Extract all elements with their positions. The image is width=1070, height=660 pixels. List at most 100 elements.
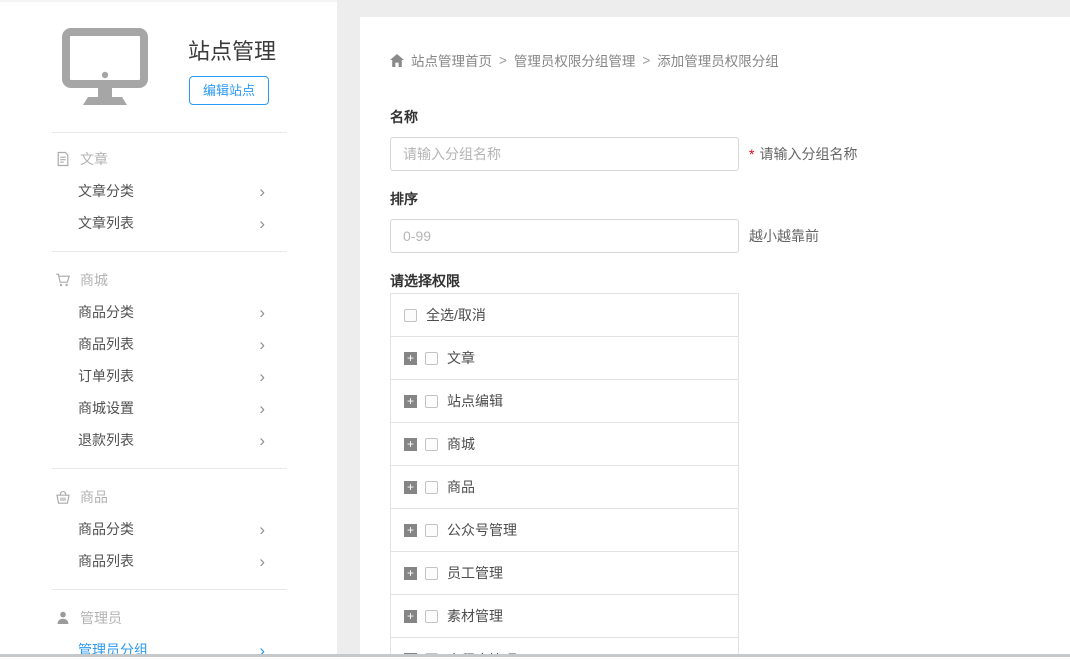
sidebar-item-order-list[interactable]: 订单列表 ›	[78, 360, 265, 392]
expand-plus-icon[interactable]	[404, 524, 417, 537]
select-all-checkbox[interactable]	[404, 309, 417, 322]
divider	[52, 132, 287, 133]
sort-hint: 越小越靠前	[749, 226, 819, 246]
permission-checkbox[interactable]	[425, 438, 438, 451]
sidebar-item-mall-settings[interactable]: 商城设置 ›	[78, 392, 265, 424]
name-input[interactable]	[390, 137, 739, 171]
expand-plus-icon[interactable]	[404, 352, 417, 365]
sidebar-group-mall: 商城	[0, 264, 337, 296]
permission-row-mall: 商城	[391, 423, 738, 466]
chevron-right-icon: ›	[259, 521, 265, 538]
permissions-table: 全选/取消 文章 站点编辑 商城 商品	[390, 293, 739, 660]
chevron-right-icon: ›	[259, 400, 265, 417]
user-icon	[55, 610, 71, 626]
sidebar-group-products: 商品	[0, 481, 337, 513]
required-asterisk: *	[749, 146, 754, 162]
breadcrumb-separator: >	[499, 53, 507, 68]
permission-checkbox[interactable]	[425, 610, 438, 623]
permission-row-product: 商品	[391, 466, 738, 509]
site-title: 站点管理	[188, 34, 276, 66]
sidebar-item-product-list[interactable]: 商品列表 ›	[78, 545, 265, 577]
name-input-row: * 请输入分组名称	[390, 137, 1070, 171]
breadcrumb-item-add-group: 添加管理员权限分组	[657, 50, 779, 70]
permissions-label: 请选择权限	[390, 271, 1070, 291]
main-content: 站点管理首页 > 管理员权限分组管理 > 添加管理员权限分组 名称 * 请输入分组…	[360, 17, 1070, 660]
chevron-right-icon: ›	[259, 336, 265, 353]
permission-row-site-edit: 站点编辑	[391, 380, 738, 423]
sidebar-group-label: 商品	[80, 487, 108, 507]
sort-input-row: 越小越靠前	[390, 219, 1070, 253]
sidebar: 站点管理 编辑站点 文章 文章分类 › 文章列表 ›	[0, 0, 337, 660]
divider	[52, 468, 287, 469]
sidebar-item-goods-list[interactable]: 商品列表 ›	[78, 328, 265, 360]
breadcrumb: 站点管理首页 > 管理员权限分组管理 > 添加管理员权限分组	[390, 51, 1070, 69]
sort-input[interactable]	[390, 219, 739, 253]
permission-row-material: 素材管理	[391, 595, 738, 638]
chevron-right-icon: ›	[259, 432, 265, 449]
chevron-right-icon: ›	[259, 368, 265, 385]
divider	[52, 251, 287, 252]
breadcrumb-separator: >	[642, 53, 650, 68]
sidebar-item-label: 商品列表	[78, 551, 134, 571]
sidebar-nav: 文章 文章分类 › 文章列表 › 商城	[0, 143, 337, 660]
breadcrumb-item-group-management[interactable]: 管理员权限分组管理	[514, 50, 636, 70]
sort-label: 排序	[390, 189, 1070, 209]
expand-plus-icon[interactable]	[404, 395, 417, 408]
sidebar-group-admin: 管理员	[0, 602, 337, 634]
sidebar-item-label: 文章分类	[78, 181, 134, 201]
expand-plus-icon[interactable]	[404, 567, 417, 580]
chevron-right-icon: ›	[259, 553, 265, 570]
permission-checkbox[interactable]	[425, 481, 438, 494]
edit-site-button[interactable]: 编辑站点	[189, 76, 269, 105]
chevron-right-icon: ›	[259, 215, 265, 232]
chevron-right-icon: ›	[259, 183, 265, 200]
name-hint: * 请输入分组名称	[749, 144, 857, 164]
permission-checkbox[interactable]	[425, 352, 438, 365]
sidebar-item-label: 退款列表	[78, 430, 134, 450]
monitor-icon	[62, 28, 148, 113]
sidebar-item-label: 商城设置	[78, 398, 134, 418]
home-icon	[390, 54, 404, 67]
name-hint-text: 请输入分组名称	[759, 146, 857, 162]
permission-checkbox[interactable]	[425, 524, 438, 537]
permission-label: 商城	[447, 434, 475, 454]
permission-row-staff: 员工管理	[391, 552, 738, 595]
expand-plus-icon[interactable]	[404, 610, 417, 623]
permission-label: 站点编辑	[447, 391, 503, 411]
divider	[52, 589, 287, 590]
name-label: 名称	[390, 107, 1070, 127]
cart-icon	[55, 272, 71, 288]
permission-row-article: 文章	[391, 337, 738, 380]
permission-row-select-all: 全选/取消	[391, 294, 738, 337]
permission-label: 全选/取消	[426, 305, 486, 325]
permission-row-official-account: 公众号管理	[391, 509, 738, 552]
sidebar-item-refund-list[interactable]: 退款列表 ›	[78, 424, 265, 456]
document-icon	[55, 151, 71, 167]
chevron-right-icon: ›	[259, 304, 265, 321]
permission-label: 商品	[447, 477, 475, 497]
expand-plus-icon[interactable]	[404, 438, 417, 451]
permission-label: 公众号管理	[447, 520, 517, 540]
sidebar-item-goods-category[interactable]: 商品分类 ›	[78, 296, 265, 328]
sidebar-group-articles: 文章	[0, 143, 337, 175]
sidebar-item-label: 商品列表	[78, 334, 134, 354]
sidebar-item-label: 文章列表	[78, 213, 134, 233]
sidebar-item-label: 订单列表	[78, 366, 134, 386]
sidebar-item-article-list[interactable]: 文章列表 ›	[78, 207, 265, 239]
sidebar-group-label: 管理员	[80, 608, 122, 628]
basket-icon	[55, 489, 71, 505]
page: 站点管理 编辑站点 文章 文章分类 › 文章列表 ›	[0, 0, 1070, 660]
permission-label: 员工管理	[447, 563, 503, 583]
sidebar-item-label: 商品分类	[78, 302, 134, 322]
permission-checkbox[interactable]	[425, 567, 438, 580]
permission-label: 文章	[447, 348, 475, 368]
sidebar-group-label: 文章	[80, 149, 108, 169]
sidebar-item-product-category[interactable]: 商品分类 ›	[78, 513, 265, 545]
breadcrumb-item-home[interactable]: 站点管理首页	[411, 50, 492, 70]
sidebar-item-article-category[interactable]: 文章分类 ›	[78, 175, 265, 207]
permission-label: 素材管理	[447, 606, 503, 626]
sidebar-group-label: 商城	[80, 270, 108, 290]
sidebar-item-label: 商品分类	[78, 519, 134, 539]
permission-checkbox[interactable]	[425, 395, 438, 408]
expand-plus-icon[interactable]	[404, 481, 417, 494]
